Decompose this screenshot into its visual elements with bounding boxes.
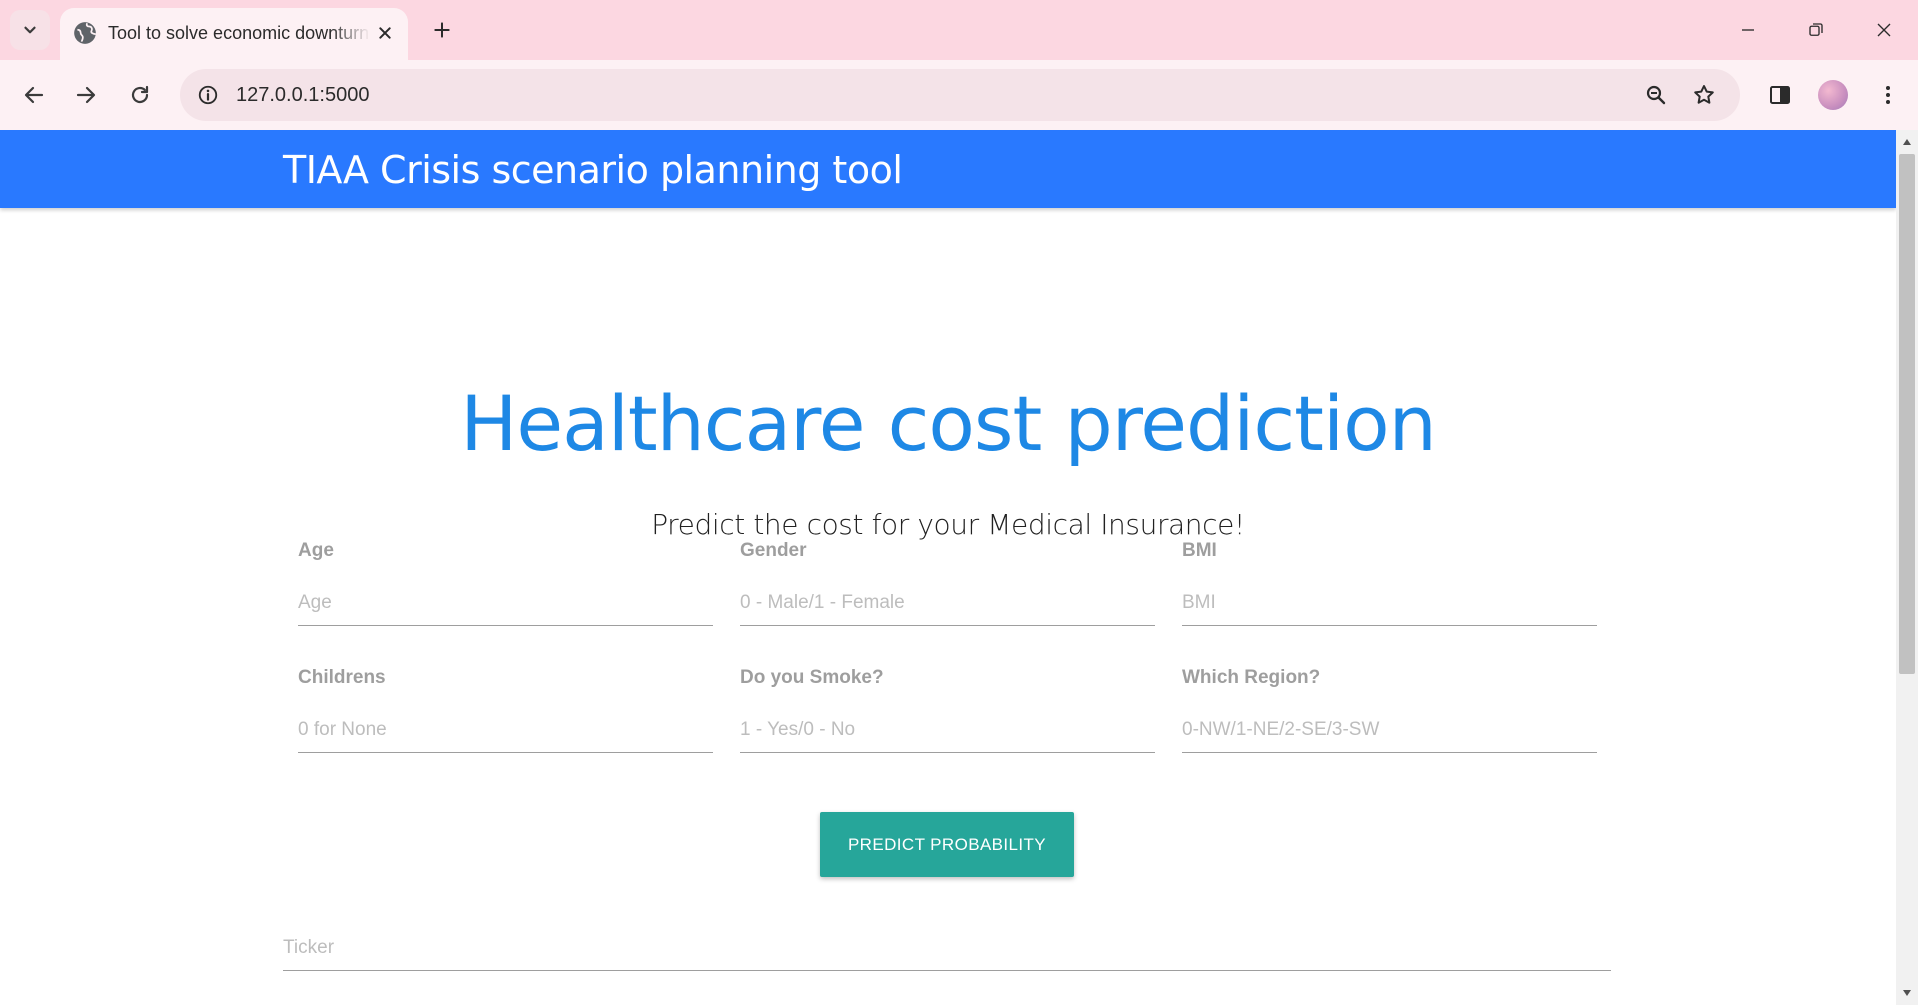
browser-toolbar: 127.0.0.1:5000 <box>0 60 1918 130</box>
close-icon <box>1877 23 1891 37</box>
triangle-down-icon <box>1903 990 1911 996</box>
gender-input[interactable] <box>740 580 1155 626</box>
triangle-up-icon <box>1903 139 1911 145</box>
site-info-button[interactable] <box>192 79 224 111</box>
close-icon <box>379 27 391 39</box>
arrow-right-icon <box>76 86 96 104</box>
brand-logo[interactable]: TIAA Crisis scenario planning tool <box>283 148 903 192</box>
page-scrollbar[interactable] <box>1896 130 1918 1005</box>
childrens-input[interactable] <box>298 707 713 753</box>
ticker-input[interactable] <box>283 925 1611 971</box>
age-label: Age <box>298 540 334 561</box>
side-panel-icon <box>1770 86 1790 104</box>
minimize-button[interactable] <box>1726 10 1770 50</box>
globe-icon <box>74 22 96 44</box>
bmi-label: BMI <box>1182 540 1217 561</box>
zoom-icon <box>1646 85 1666 105</box>
predict-probability-button[interactable]: PREDICT PROBABILITY <box>820 812 1074 877</box>
childrens-label: Childrens <box>298 667 386 688</box>
region-input[interactable] <box>1182 707 1597 753</box>
reload-button[interactable] <box>118 73 162 117</box>
chevron-down-icon <box>24 26 36 34</box>
info-icon <box>198 85 218 105</box>
region-field: Which Region? <box>1182 665 1597 770</box>
plus-icon <box>434 22 450 38</box>
restore-icon <box>1809 23 1823 36</box>
page-title: Healthcare cost prediction <box>460 378 1437 468</box>
back-button[interactable] <box>12 73 56 117</box>
close-window-button[interactable] <box>1862 10 1906 50</box>
arrow-left-icon <box>24 86 44 104</box>
smoker-input[interactable] <box>740 707 1155 753</box>
browser-tab[interactable]: Tool to solve economic downturn <box>60 8 408 60</box>
bookmark-button[interactable] <box>1688 79 1720 111</box>
age-field: Age <box>298 538 713 643</box>
forward-button[interactable] <box>64 73 108 117</box>
gender-label: Gender <box>740 540 807 561</box>
bmi-field: BMI <box>1182 538 1597 643</box>
profile-avatar[interactable] <box>1818 80 1848 110</box>
side-panel-button[interactable] <box>1762 77 1798 113</box>
gender-field: Gender <box>740 538 1155 643</box>
smoker-field: Do you Smoke? <box>740 665 1155 770</box>
browser-menu-button[interactable] <box>1870 77 1906 113</box>
region-label: Which Region? <box>1182 667 1321 688</box>
minimize-icon <box>1742 29 1754 31</box>
kebab-menu-icon <box>1886 86 1890 104</box>
scroll-up-button[interactable] <box>1896 132 1918 152</box>
tab-title: Tool to solve economic downturn <box>108 23 370 43</box>
zoom-button[interactable] <box>1640 79 1672 111</box>
page-viewport: TIAA Crisis scenario planning tool Healt… <box>0 130 1896 1005</box>
url-text[interactable]: 127.0.0.1:5000 <box>236 81 369 109</box>
age-input[interactable] <box>298 580 713 626</box>
browser-tabstrip: Tool to solve economic downturn <box>0 0 1918 60</box>
smoker-label: Do you Smoke? <box>740 667 884 688</box>
star-icon <box>1694 85 1714 104</box>
new-tab-button[interactable] <box>424 12 460 48</box>
childrens-field: Childrens <box>298 665 713 770</box>
scroll-down-button[interactable] <box>1896 983 1918 1003</box>
tab-close-button[interactable] <box>372 20 398 46</box>
bmi-input[interactable] <box>1182 580 1597 626</box>
scroll-thumb[interactable] <box>1899 154 1915 674</box>
restore-button[interactable] <box>1794 10 1838 50</box>
address-bar[interactable]: 127.0.0.1:5000 <box>180 69 1740 121</box>
site-navbar: TIAA Crisis scenario planning tool <box>0 130 1896 208</box>
reload-icon <box>131 85 149 104</box>
tab-search-button[interactable] <box>10 10 50 50</box>
